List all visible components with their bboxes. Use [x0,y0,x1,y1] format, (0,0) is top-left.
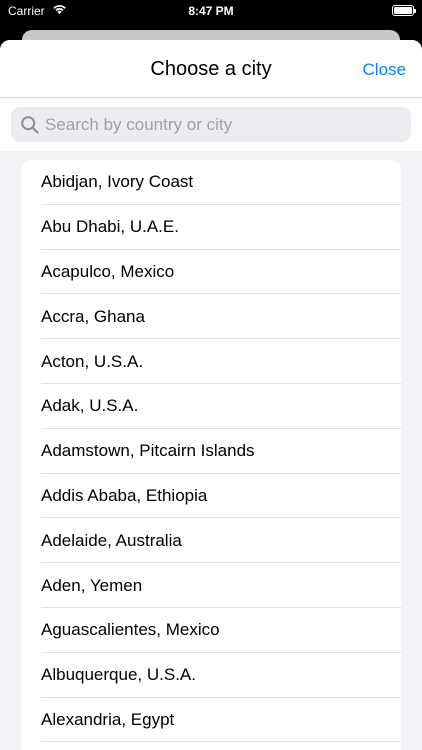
status-time: 8:47 PM [188,4,234,18]
city-list: Abidjan, Ivory Coast Abu Dhabi, U.A.E. Aca… [21,160,401,750]
city-row[interactable]: Aguascalientes, Mexico [21,608,401,653]
city-row[interactable]: Abu Dhabi, U.A.E. [21,205,401,250]
search-bar [0,98,422,151]
city-row[interactable]: Addis Ababa, Ethiopia [21,474,401,519]
city-row[interactable]: Aden, Yemen [21,563,401,608]
city-row[interactable]: Alexandria, Egypt [21,698,401,743]
city-picker-sheet: Choose a city Close Abidjan, Ivory Coast… [0,40,422,750]
search-input[interactable] [45,107,395,142]
city-row[interactable]: Adamstown, Pitcairn Islands [21,429,401,474]
city-row[interactable]: Accra, Ghana [21,294,401,339]
status-bar: Carrier 8:47 PM [0,0,422,24]
city-row[interactable]: Adak, U.S.A. [21,384,401,429]
city-row[interactable]: Adelaide, Australia [21,518,401,563]
city-row[interactable]: Abidjan, Ivory Coast [21,160,401,205]
battery-icon [392,5,416,16]
city-row[interactable]: Acton, U.S.A. [21,339,401,384]
close-button[interactable]: Close [363,60,406,80]
city-row[interactable]: Albuquerque, U.S.A. [21,653,401,698]
search-field[interactable] [11,107,411,142]
search-icon [21,116,39,134]
city-row[interactable]: Acapulco, Mexico [21,250,401,295]
page-title: Choose a city [150,58,272,80]
navigation-bar: Choose a city Close [0,40,422,98]
